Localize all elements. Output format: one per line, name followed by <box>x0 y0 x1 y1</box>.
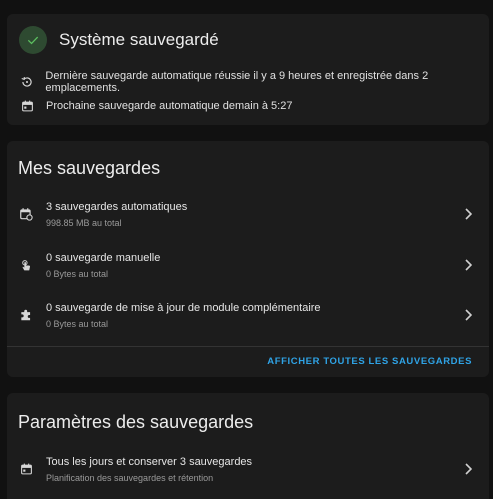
manual-backups-row[interactable]: 0 sauvegarde manuelle 0 Bytes au total <box>7 244 489 288</box>
calendar-sync-icon <box>18 206 34 222</box>
chevron-right-icon <box>463 462 473 476</box>
status-title: Système sauvegardé <box>59 30 219 49</box>
automatic-backups-size: 998.85 MB au total <box>46 218 122 228</box>
settings-title: Paramètres des sauvegardes <box>18 412 254 432</box>
chevron-right-icon <box>463 258 473 272</box>
chevron-right-icon <box>463 308 473 322</box>
puzzle-icon <box>18 307 34 323</box>
check-icon <box>19 26 47 54</box>
backup-schedule-row[interactable]: Tous les jours et conserver 3 sauvegarde… <box>7 448 489 492</box>
backup-status-card: Système sauvegardé Dernière sauvegarde a… <box>7 14 489 125</box>
addon-update-backups-row[interactable]: 0 sauvegarde de mise à jour de module co… <box>7 294 489 338</box>
last-backup-text: Dernière sauvegarde automatique réussie … <box>45 70 429 94</box>
schedule-label: Tous les jours et conserver 3 sauvegarde… <box>46 456 253 468</box>
calendar-icon <box>18 461 34 477</box>
chevron-right-icon <box>463 207 473 221</box>
manual-backups-size: 0 Bytes au total <box>46 269 109 279</box>
addon-update-backups-label: 0 sauvegarde de mise à jour de module co… <box>46 302 321 314</box>
addon-update-backups-size: 0 Bytes au total <box>46 319 109 329</box>
show-all-backups-button[interactable]: AFFICHER TOUTES LES SAUVEGARDES <box>267 356 472 367</box>
next-backup-text: Prochaine sauvegarde automatique demain … <box>46 100 293 112</box>
automatic-backups-row[interactable]: 3 sauvegardes automatiques 998.85 MB au … <box>7 193 489 237</box>
calendar-icon <box>19 98 35 114</box>
gesture-tap-icon <box>18 257 34 273</box>
manual-backups-label: 0 sauvegarde manuelle <box>46 252 161 264</box>
next-backup-info: Prochaine sauvegarde automatique demain … <box>19 98 292 114</box>
card-divider <box>7 346 489 347</box>
backup-restore-icon <box>19 74 34 90</box>
automatic-backups-label: 3 sauvegardes automatiques <box>46 201 188 213</box>
schedule-sub: Planification des sauvegardes et rétenti… <box>46 473 214 483</box>
last-backup-info: Dernière sauvegarde automatique réussie … <box>19 70 489 94</box>
my-backups-card: Mes sauvegardes 3 sauvegardes automatiqu… <box>7 141 489 377</box>
backup-settings-card: Paramètres des sauvegardes Tous les jour… <box>7 393 489 499</box>
backups-title: Mes sauvegardes <box>18 158 161 178</box>
status-header: Système sauvegardé <box>19 26 219 54</box>
